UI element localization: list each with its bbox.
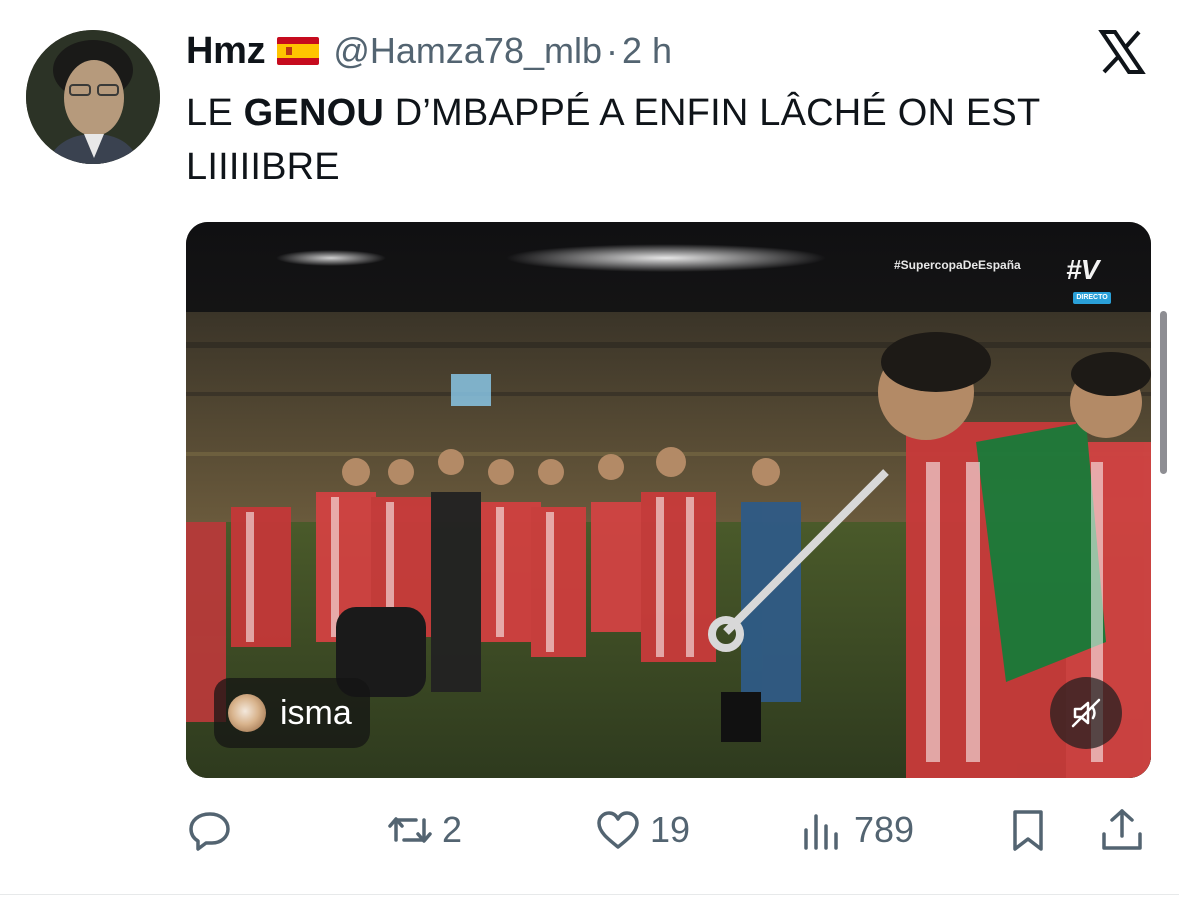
- retweet-button[interactable]: 2: [386, 800, 462, 860]
- header-separator: ·: [606, 30, 618, 71]
- tweet-actions: 2 19 789: [186, 800, 1156, 860]
- scrollbar[interactable]: [1160, 311, 1167, 474]
- channel-logo: #V: [1066, 254, 1099, 285]
- share-button[interactable]: [1098, 800, 1146, 860]
- divider: [0, 894, 1179, 895]
- views-count: 789: [854, 809, 915, 850]
- retweet-count: 2: [442, 809, 463, 850]
- mute-button[interactable]: [1050, 677, 1122, 749]
- tweet-time[interactable]: 2 h: [622, 30, 672, 72]
- live-badge: DIRECTO: [1073, 292, 1111, 304]
- user-handle[interactable]: @Hamza78_mlb: [333, 30, 602, 72]
- bookmark-button[interactable]: [1004, 800, 1052, 860]
- views-button[interactable]: 789: [798, 800, 914, 860]
- speaker-muted-icon: [1071, 698, 1101, 728]
- like-button[interactable]: 19: [594, 800, 690, 860]
- tagged-user-chip[interactable]: isma: [214, 678, 370, 748]
- retweet-icon: [388, 817, 432, 843]
- video-hashtag: #SupercopaDeEspaña: [894, 258, 1021, 272]
- reply-button[interactable]: [186, 800, 234, 860]
- chip-avatar: [228, 694, 266, 732]
- tweet-text-part: LE: [186, 92, 244, 134]
- avatar[interactable]: [26, 30, 160, 164]
- tweet-header: Hmz @Hamza78_mlb · 2 h: [186, 28, 672, 74]
- like-count: 19: [650, 809, 691, 850]
- bookmark-icon: [1013, 810, 1043, 851]
- video-player[interactable]: #SupercopaDeEspaña #V DIRECTO isma: [186, 222, 1151, 778]
- display-name[interactable]: Hmz: [186, 30, 266, 73]
- heart-icon: [597, 811, 639, 849]
- tweet-text: LE GENOU D’MBAPPÉ A ENFIN LÂCHÉ ON EST L…: [186, 86, 1156, 194]
- spain-flag-icon: [277, 37, 320, 65]
- tweet-text-bold: GENOU: [243, 92, 384, 134]
- chip-username: isma: [280, 693, 352, 732]
- share-icon: [1102, 809, 1142, 850]
- reply-icon: [189, 812, 230, 851]
- views-icon: [804, 814, 838, 850]
- x-logo-icon[interactable]: [1098, 28, 1146, 76]
- tweet[interactable]: Hmz @Hamza78_mlb · 2 h LE GENOU D’MBAPPÉ…: [0, 0, 1179, 901]
